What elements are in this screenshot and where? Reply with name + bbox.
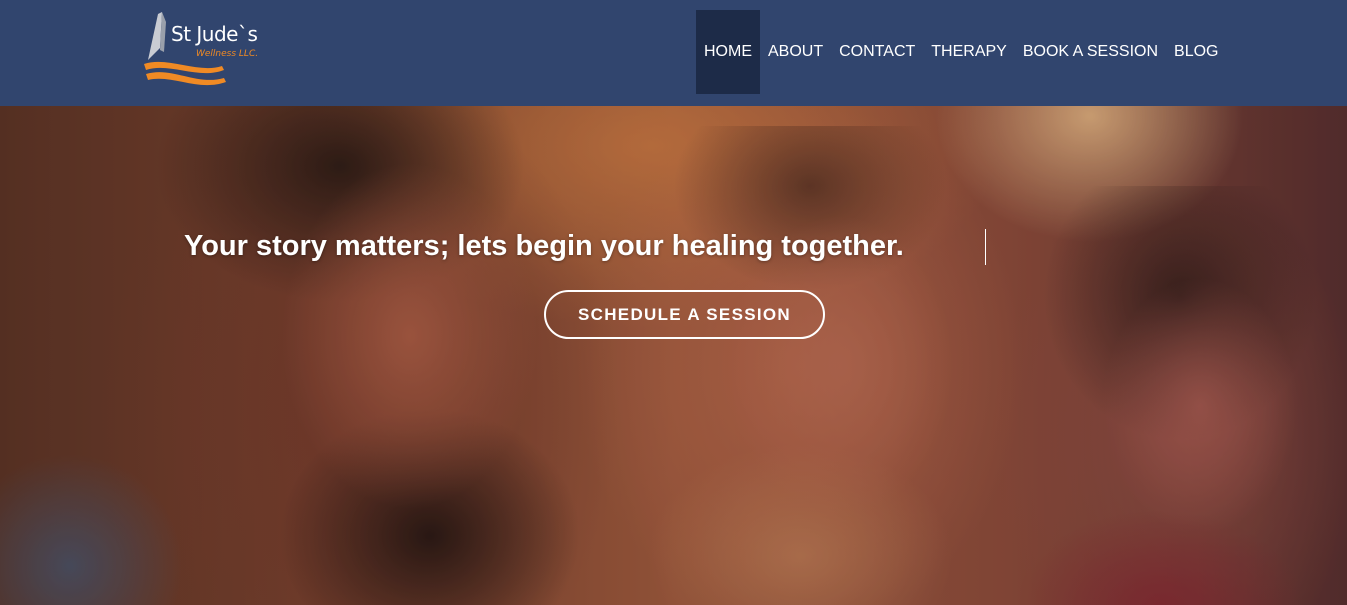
schedule-session-button[interactable]: SCHEDULE A SESSION xyxy=(544,290,825,339)
site-header: St Jude`s Wellness LLC. HOME ABOUT CONTA… xyxy=(0,0,1347,106)
logo-title: St Jude`s xyxy=(171,22,258,46)
logo-subtitle: Wellness LLC. xyxy=(196,49,259,59)
text-caret xyxy=(985,229,986,265)
hero-banner: Your story matters; lets begin your heal… xyxy=(0,106,1347,605)
site-logo[interactable]: St Jude`s Wellness LLC. xyxy=(138,8,288,90)
nav-item-blog[interactable]: BLOG xyxy=(1166,10,1226,94)
hero-overlay xyxy=(0,106,1347,605)
nav-item-therapy[interactable]: THERAPY xyxy=(923,10,1015,94)
nav-item-label: BLOG xyxy=(1174,42,1219,60)
nav-item-label: THERAPY xyxy=(931,42,1007,60)
main-nav: HOME ABOUT CONTACT THERAPY BOOK A SESSIO… xyxy=(696,10,1226,94)
nav-item-home[interactable]: HOME xyxy=(696,10,760,94)
nav-item-label: BOOK A SESSION xyxy=(1022,42,1159,60)
nav-item-contact[interactable]: CONTACT xyxy=(831,10,923,94)
nav-item-label: CONTACT xyxy=(839,42,916,60)
hero-headline: Your story matters; lets begin your heal… xyxy=(184,230,904,262)
nav-item-label: HOME xyxy=(704,43,752,60)
nav-item-book-a-session[interactable]: BOOK A SESSION xyxy=(1015,10,1166,94)
nav-item-label: ABOUT xyxy=(768,42,824,60)
nav-item-about[interactable]: ABOUT xyxy=(760,10,831,94)
